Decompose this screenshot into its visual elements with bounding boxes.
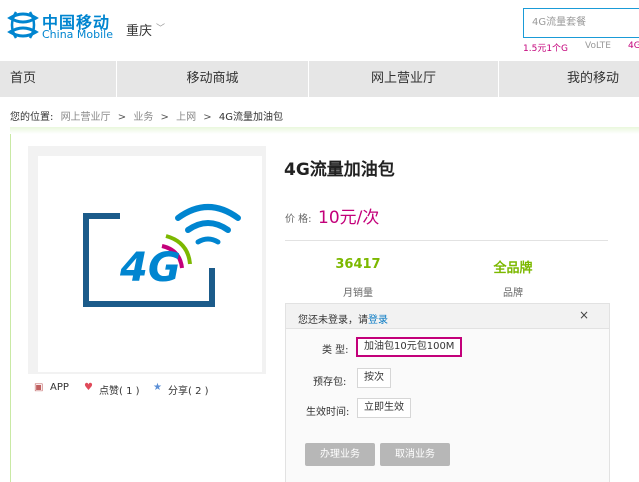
brand-value: 全品牌 [493,261,533,276]
login-link[interactable]: 登录 [368,315,388,326]
city-selector[interactable]: 重庆 [126,20,152,39]
share-link[interactable]: 分享( 2 ) [168,382,209,397]
prepaid-option[interactable]: 按次 [357,368,391,388]
login-notice-text: 您还未登录，请 [298,315,368,326]
divider [285,240,608,241]
app-link[interactable]: APP [50,382,69,393]
brand-label: 品牌 [503,288,523,299]
heart-icon[interactable]: ♥ [84,382,93,393]
breadcrumb-prefix: 您的位置: [10,112,54,123]
hot-link-3[interactable]: 4G [628,41,639,51]
cancel-button[interactable]: 取消业务 [380,443,450,466]
main-nav: 首页 移动商城 网上营业厅 我的移动 [0,61,639,97]
effective-time-option[interactable]: 立即生效 [357,398,411,418]
page: 中国移动 China Mobile 重庆 ﹀ 4G流量套餐 1.5元1个G Vo… [0,0,639,482]
breadcrumb-separator: > [203,112,212,123]
type-option-selected[interactable]: 加油包10元包100M [356,337,463,357]
breadcrumb: 您的位置: 网上营业厅 > 业务 > 上网 > 4G流量加油包 [10,108,283,123]
prepaid-label: 预存包: [313,377,347,388]
breadcrumb-link-business[interactable]: 业务 [133,112,153,123]
star-icon[interactable]: ★ [153,382,162,393]
nav-item-online-hall[interactable]: 网上营业厅 [309,61,498,97]
search-input[interactable]: 4G流量套餐 [523,8,639,38]
breadcrumb-current: 4G流量加油包 [218,112,283,123]
china-mobile-emblem-icon [7,11,39,39]
close-icon[interactable]: × [579,308,589,322]
product-container-topbar [10,127,639,134]
nav-item-mall[interactable]: 移动商城 [117,61,308,97]
breadcrumb-separator: > [160,112,169,123]
product-title: 4G流量加油包 [284,160,395,180]
login-notice: 您还未登录，请登录 [298,311,388,326]
nav-item-home[interactable]: 首页 [0,61,116,97]
image-icon[interactable]: ▣ [34,382,43,393]
product-image-label: 4G [119,245,181,291]
monthly-sales-label: 月销量 [343,288,373,299]
price-value: 10元/次 [318,208,380,228]
effective-time-label: 生效时间: [306,407,350,418]
china-mobile-logo[interactable]: 中国移动 China Mobile [6,8,116,44]
submit-button[interactable]: 办理业务 [305,443,375,466]
hot-link-1[interactable]: 1.5元1个G [523,41,568,54]
like-link[interactable]: 点赞( 1 ) [99,382,140,397]
4g-signal-icon: 4G [83,204,241,307]
nav-item-my-mobile[interactable]: 我的移动 [499,61,639,97]
product-image[interactable]: 4G [38,156,262,372]
price-label: 价 格: [285,214,312,225]
logo-english-text: China Mobile [42,28,114,41]
breadcrumb-separator: > [117,112,127,123]
breadcrumb-link-online-hall[interactable]: 网上营业厅 [61,112,111,123]
breadcrumb-link-internet[interactable]: 上网 [176,112,196,123]
hot-link-2[interactable]: VoLTE [585,41,611,51]
type-label: 类 型: [322,345,349,356]
monthly-sales-value: 36417 [335,257,381,272]
chevron-down-icon[interactable]: ﹀ [156,21,165,34]
